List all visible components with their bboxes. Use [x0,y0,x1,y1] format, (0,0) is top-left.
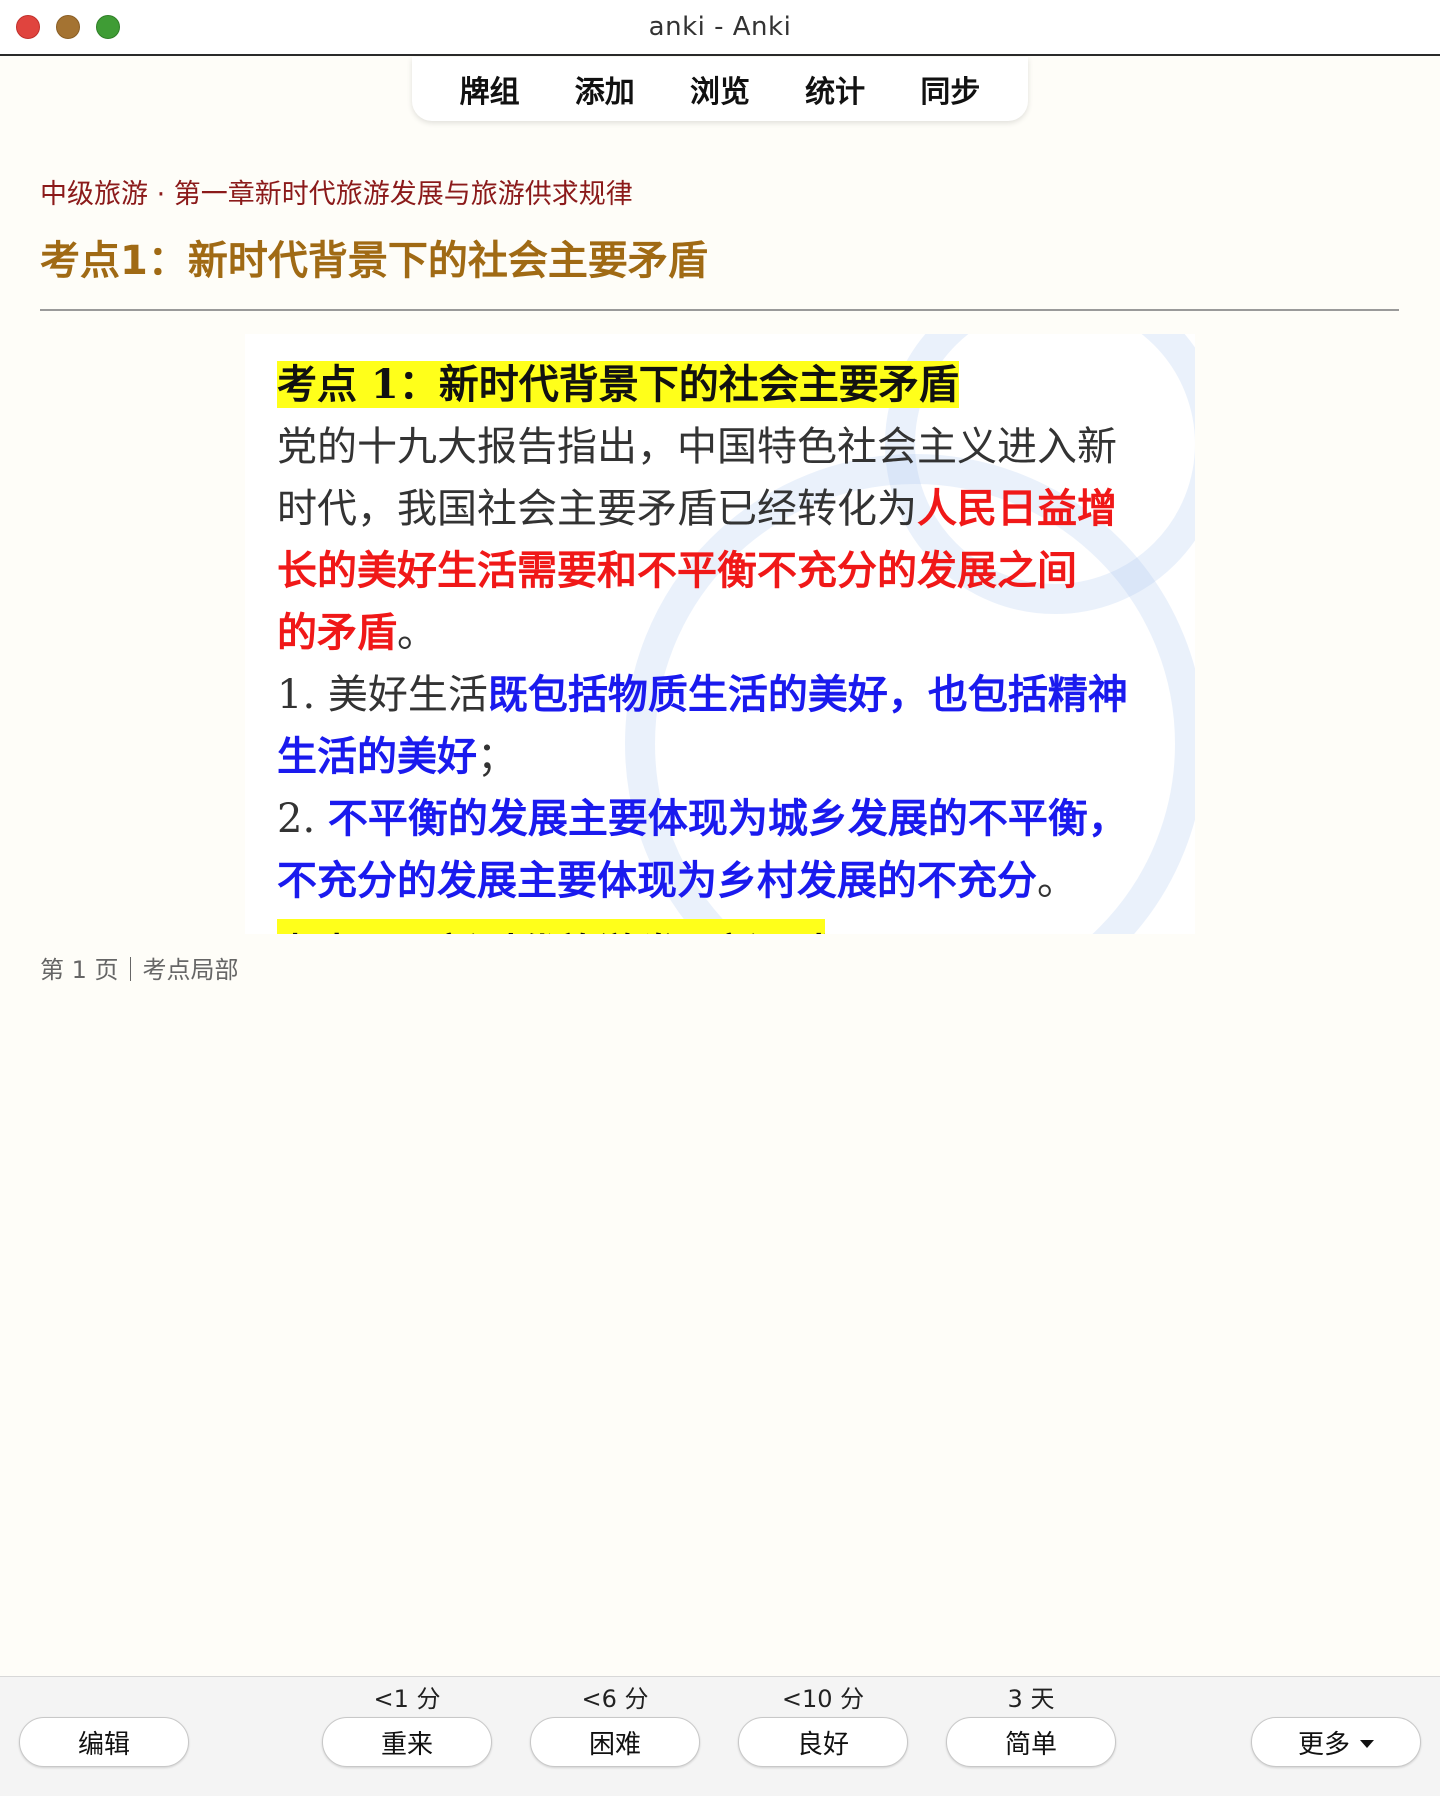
image-text-normal: ； [477,734,517,780]
card-divider [40,309,1399,311]
edit-button[interactable]: 编辑 [19,1717,189,1767]
hard-button[interactable]: 困难 [530,1717,700,1767]
image-text-normal: 时代，我国社会主要矛盾已经转化为 [277,486,917,532]
toolbar-sync[interactable]: 同步 [920,67,980,111]
toolbar-add[interactable]: 添加 [575,67,635,111]
anki-window: anki - Anki 牌组 添加 浏览 统计 同步 中级旅游 · 第一章新时代… [0,0,1440,1796]
easy-interval: 3 天 [1007,1685,1055,1713]
image-line: 的矛盾。 [277,602,1177,664]
image-text-red: 的矛盾 [277,609,397,656]
window-title: anki - Anki [648,12,792,42]
image-cut-heading-text: 考点 2：新时代旅游发展新要求 [277,921,825,934]
easy-button-label: 简单 [1004,1729,1057,1760]
image-text-normal: 1. 美好生活 [277,672,488,718]
chevron-down-icon [1360,1740,1374,1748]
again-interval: <1 分 [373,1685,441,1713]
image-text-blue: 生活的美好 [277,733,477,780]
image-line: 党的十九大报告指出，中国特色社会主义进入新 [277,416,1177,478]
image-line: 时代，我国社会主要矛盾已经转化为人民日益增 [277,478,1177,540]
image-text-normal: 。 [1037,858,1077,904]
image-line: 考点 1：新时代背景下的社会主要矛盾 [277,354,1177,416]
good-interval: <10 分 [781,1685,865,1713]
good-button[interactable]: 良好 [738,1717,908,1767]
card-image: 考点 1：新时代背景下的社会主要矛盾 党的十九大报告指出，中国特色社会主义进入新… [245,334,1195,934]
image-line: 1. 美好生活既包括物质生活的美好，也包括精神 [277,664,1177,726]
image-text-normal: 。 [397,610,437,656]
edit-button-label: 编辑 [77,1729,130,1760]
card-breadcrumb: 中级旅游 · 第一章新时代旅游发展与旅游供求规律 [40,179,633,210]
image-line: 生活的美好； [277,726,1177,788]
more-button-label: 更多 [1297,1729,1350,1760]
image-heading: 考点 1：新时代背景下的社会主要矛盾 [277,361,959,408]
image-text-blue: 不充分的发展主要体现为乡村发展的不充分 [277,857,1037,904]
image-caption: 第 1 页｜考点局部 [40,956,239,984]
image-text-normal: 党的十九大报告指出，中国特色社会主义进入新 [277,424,1117,470]
good-button-label: 良好 [796,1729,849,1760]
image-text-blue: 不平衡的发展主要体现为城乡发展的不平衡， [327,795,1128,842]
title-bar: anki - Anki [0,0,1440,56]
card-image-text: 考点 1：新时代背景下的社会主要矛盾 党的十九大报告指出，中国特色社会主义进入新… [277,354,1177,912]
toolbar-browse[interactable]: 浏览 [690,67,750,111]
image-text-normal: 2. [277,796,328,842]
hard-interval: <6 分 [581,1685,649,1713]
toolbar-stats[interactable]: 统计 [805,67,865,111]
image-text-red: 长的美好生活需要和不平衡不充分的发展之间 [277,547,1077,594]
hard-button-label: 困难 [588,1729,641,1760]
main-toolbar: 牌组 添加 浏览 统计 同步 [412,57,1028,121]
image-line: 不充分的发展主要体现为乡村发展的不充分。 [277,850,1177,912]
image-line: 长的美好生活需要和不平衡不充分的发展之间 [277,540,1177,602]
again-button[interactable]: 重来 [322,1717,492,1767]
card-title: 考点1：新时代背景下的社会主要矛盾 [40,238,708,284]
image-cut-heading: 考点 2：新时代旅游发展新要求 [277,919,825,934]
toolbar-decks[interactable]: 牌组 [460,67,520,111]
more-button[interactable]: 更多 [1251,1717,1421,1767]
image-text-blue: 既包括物质生活的美好，也包括精神 [487,671,1128,718]
image-text-red: 人民日益增 [917,485,1117,532]
image-line: 2. 不平衡的发展主要体现为城乡发展的不平衡， [277,788,1177,850]
again-button-label: 重来 [380,1729,433,1760]
easy-button[interactable]: 简单 [946,1717,1116,1767]
answer-bar: 编辑 <1 分 重来 <6 分 困难 <10 分 良好 3 天 简单 更多 [0,1676,1440,1796]
